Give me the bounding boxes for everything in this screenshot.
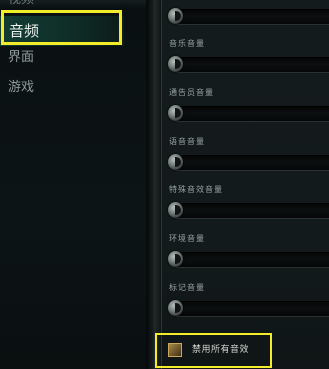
slider-handle[interactable]	[168, 154, 183, 170]
announcer-volume-slider[interactable]	[172, 106, 329, 122]
slider-handle[interactable]	[168, 251, 183, 267]
ambient-volume-label: 环境音量	[169, 234, 205, 243]
sfx-volume-label: 特殊音效音量	[169, 185, 223, 194]
annotation-highlight-mute	[155, 333, 272, 368]
slider-handle[interactable]	[168, 56, 183, 72]
music-volume-slider[interactable]	[172, 57, 329, 73]
voice-volume-label: 语音音量	[169, 137, 205, 146]
ping-volume-label: 标记音量	[169, 283, 205, 292]
nav-item-game[interactable]: 游戏	[8, 79, 34, 97]
annotation-highlight-audio	[1, 10, 122, 45]
ambient-volume-slider[interactable]	[172, 252, 329, 268]
ping-volume-slider[interactable]	[172, 301, 329, 317]
sfx-volume-slider[interactable]	[172, 203, 329, 219]
nav-item-interface[interactable]: 界面	[8, 49, 34, 67]
slider-handle[interactable]	[168, 202, 183, 218]
slider-handle[interactable]	[168, 300, 183, 316]
music-volume-label: 音乐音量	[169, 39, 205, 48]
announcer-volume-label: 通告员音量	[169, 88, 214, 97]
nav-item-video[interactable]: 视频	[8, 0, 34, 9]
panel-divider	[146, 0, 162, 369]
slider-handle[interactable]	[168, 8, 183, 24]
master-volume-slider[interactable]	[172, 9, 329, 25]
slider-handle[interactable]	[168, 105, 183, 121]
voice-volume-slider[interactable]	[172, 155, 329, 171]
